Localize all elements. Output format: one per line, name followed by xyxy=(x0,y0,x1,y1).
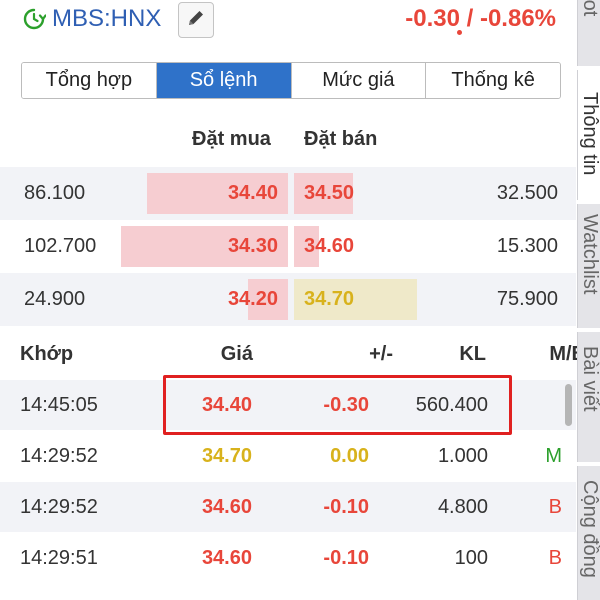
trade-side: B xyxy=(548,547,562,569)
buy-header: Đặt mua xyxy=(192,128,271,150)
col-header-change: +/- xyxy=(369,343,393,365)
live-dot xyxy=(457,30,462,35)
sell-price[interactable]: 34.60 xyxy=(304,220,354,273)
trade-side: M xyxy=(545,445,562,467)
trade-side: B xyxy=(548,496,562,518)
side-tab-watchlist[interactable]: Watchlist xyxy=(577,204,600,328)
sell-volume: 32.500 xyxy=(496,182,558,204)
tab-so-lenh[interactable]: Sổ lệnh xyxy=(156,63,292,98)
highlight-annotation xyxy=(163,375,512,435)
trade-time: 14:29:52 xyxy=(20,445,98,467)
tab-tong-hop[interactable]: Tổng hợp xyxy=(22,63,157,98)
sell-price[interactable]: 34.50 xyxy=(304,167,354,220)
trade-time: 14:29:51 xyxy=(20,547,98,569)
pencil-icon xyxy=(186,8,206,33)
orderbook-row: 102.700 34.30 34.60 15.300 xyxy=(0,220,576,273)
orderbook-row: 86.100 34.40 34.50 32.500 xyxy=(0,167,576,220)
col-header-price: Giá xyxy=(220,343,253,365)
sell-volume: 15.300 xyxy=(496,235,558,257)
clock-icon xyxy=(22,7,47,31)
trade-volume: 100 xyxy=(454,547,488,569)
tab-bar: Tổng hợp Sổ lệnh Mức giá Thống kê xyxy=(21,62,561,99)
buy-volume: 24.900 xyxy=(24,288,86,310)
trade-price: 34.60 xyxy=(201,547,252,569)
trade-volume: 1.000 xyxy=(437,445,488,467)
table-row[interactable]: 14:29:51 34.60 -0.10 100 B xyxy=(0,533,576,583)
trade-price: 34.70 xyxy=(201,445,252,467)
buy-price[interactable]: 34.30 xyxy=(228,220,278,273)
side-tab-cong-dong[interactable]: Cộng đồng xyxy=(577,466,600,600)
buy-volume: 102.700 xyxy=(24,235,97,257)
side-tab-bai-viet[interactable]: Bài viết xyxy=(577,332,600,462)
side-tab-copilot[interactable]: Copilot xyxy=(577,0,600,66)
trade-time: 14:29:52 xyxy=(20,496,98,518)
scrollbar-thumb[interactable] xyxy=(565,384,572,426)
sell-price[interactable]: 34.70 xyxy=(304,273,354,326)
tab-thong-ke[interactable]: Thống kê xyxy=(426,63,560,98)
table-row[interactable]: 14:29:52 34.70 0.00 1.000 M xyxy=(0,431,576,481)
tab-muc-gia[interactable]: Mức giá xyxy=(291,63,427,98)
buy-price[interactable]: 34.20 xyxy=(228,273,278,326)
edit-button[interactable] xyxy=(178,2,214,38)
trade-price: 34.60 xyxy=(201,496,252,518)
side-tab-thong-tin[interactable]: Thông tin xyxy=(577,70,600,200)
col-header-time: Khớp xyxy=(20,343,74,365)
trade-time: 14:45:05 xyxy=(20,394,98,416)
trade-change: -0.10 xyxy=(323,496,369,518)
col-header-volume: KL xyxy=(459,343,486,365)
trade-volume: 4.800 xyxy=(437,496,488,518)
price-change: -0.30 / -0.86% xyxy=(405,5,556,32)
buy-volume: 86.100 xyxy=(24,182,86,204)
buy-price[interactable]: 34.40 xyxy=(228,167,278,220)
trade-change: 0.00 xyxy=(330,445,369,467)
table-row[interactable]: 14:29:52 34.60 -0.10 4.800 B xyxy=(0,482,576,532)
orderbook-row: 24.900 34.20 34.70 75.900 xyxy=(0,273,576,326)
stock-symbol[interactable]: MBS:HNX xyxy=(52,4,161,34)
trade-change: -0.10 xyxy=(323,547,369,569)
stock-header: MBS:HNX -0.30 / -0.86% xyxy=(0,0,576,40)
sell-volume: 75.900 xyxy=(496,288,558,310)
sell-header: Đặt bán xyxy=(304,128,378,150)
